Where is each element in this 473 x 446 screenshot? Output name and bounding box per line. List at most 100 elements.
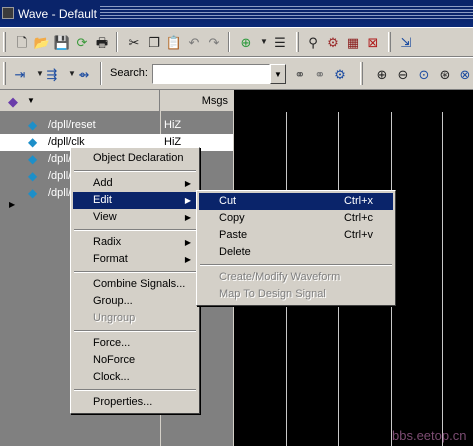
wave-object-icon[interactable]: ◆ <box>8 94 18 110</box>
menu-item-shortcut: Ctrl+c <box>343 212 373 224</box>
menu-item-label: Map To Design Signal <box>219 288 326 300</box>
title-bar[interactable]: Wave - Default <box>0 0 473 27</box>
find-next-icon[interactable]: ⚭ <box>310 64 330 84</box>
find-binoculars-icon[interactable]: ⚭ <box>290 64 310 84</box>
chevron-down-icon[interactable]: ▼ <box>27 96 35 105</box>
search-toolbar: ⇥ ▼ ⇶ ▼ ⇴ Search: ▼ ⚭ ⚭ ⚙ ⊕ ⊖ ⊙ ⊛ ⊗ <box>0 57 473 90</box>
zoom-full-icon[interactable]: ⊛ <box>435 64 455 84</box>
zoom-cursor-icon[interactable]: ⊗ <box>455 64 473 84</box>
menu-item-object-declaration[interactable]: Object Declaration <box>73 150 197 167</box>
signal-icon: ◆ <box>28 186 38 200</box>
menu-item-clock[interactable]: Clock... <box>73 369 197 386</box>
copy-icon[interactable]: ❐ <box>144 32 164 52</box>
search-input[interactable] <box>152 64 270 84</box>
toolbar-grip[interactable] <box>360 62 363 85</box>
menu-item-copy[interactable]: Copy Ctrl+c <box>199 210 393 227</box>
menu-item-label: Paste <box>219 229 248 241</box>
signal-name: /dpll/reset <box>48 119 96 131</box>
menu-item-label: Copy <box>219 212 245 224</box>
menu-item-label: Radix <box>93 236 122 248</box>
toolbar-grip[interactable] <box>388 32 391 52</box>
redo-icon[interactable]: ↷ <box>204 32 224 52</box>
wave-pane-header <box>234 90 473 112</box>
menu-item-map-to-design-signal: Map To Design Signal <box>199 286 393 303</box>
menu-item-label: Delete <box>219 246 251 258</box>
menu-item-noforce[interactable]: NoForce <box>73 352 197 369</box>
menu-item-radix[interactable]: Radix ▶ <box>73 234 197 251</box>
menu-item-shortcut: Ctrl+v <box>343 229 373 241</box>
menu-item-label: Force... <box>93 337 131 349</box>
title-bar-pattern <box>100 6 473 20</box>
signal-name: /dpll/ <box>48 153 72 165</box>
menu-separator <box>74 389 196 391</box>
simulate-icon[interactable]: ▦ <box>343 32 363 52</box>
add-icon[interactable]: ⊕ <box>236 32 256 52</box>
menu-item-label: Format <box>93 253 128 265</box>
main-toolbar: 🗋 📂 💾 ⟳ 🖶 ✂ ❐ 📋 ↶ ↷ ⊕ ▼ ☰ ⚲ ⚙ ▦ ⊠ ⇲ <box>0 27 473 57</box>
menu-separator <box>200 264 392 266</box>
menu-item-delete[interactable]: Delete <box>199 244 393 261</box>
search-dropdown-button[interactable]: ▼ <box>270 64 286 84</box>
menu-item-label: Combine Signals... <box>93 278 186 290</box>
menu-separator <box>74 330 196 332</box>
menu-item-create-modify-waveform: Create/Modify Waveform <box>199 269 393 286</box>
menu-item-add[interactable]: Add ▶ <box>73 175 197 192</box>
wave-gridline <box>442 112 443 446</box>
signal-value: HiZ <box>164 119 182 131</box>
menu-separator <box>74 229 196 231</box>
submenu-arrow-icon: ▶ <box>184 255 191 264</box>
paste-icon[interactable]: 📋 <box>164 32 184 52</box>
menu-item-label: View <box>93 211 117 223</box>
menu-item-format[interactable]: Format ▶ <box>73 251 197 268</box>
step-over-icon[interactable]: ⇴ <box>74 64 94 84</box>
step-icon[interactable]: ⇥ <box>10 64 30 84</box>
menu-item-view[interactable]: View ▶ <box>73 209 197 226</box>
compare-icon[interactable]: ⚙ <box>330 64 350 84</box>
expand-icon[interactable]: ▶ <box>9 200 15 209</box>
step-into-icon[interactable]: ⇶ <box>42 64 62 84</box>
menu-item-group[interactable]: Group... <box>73 293 197 310</box>
menu-item-properties[interactable]: Properties... <box>73 394 197 411</box>
zoom-in-icon[interactable]: ⊕ <box>372 64 392 84</box>
names-pane-header: ◆ ▼ <box>0 90 160 112</box>
tree-icon[interactable]: ☰ <box>270 32 290 52</box>
signal-icon: ◆ <box>28 135 38 149</box>
compile-icon[interactable]: ⚙ <box>323 32 343 52</box>
signal-row[interactable]: ◆ /dpll/reset HiZ <box>0 117 233 134</box>
toolbar-grip[interactable] <box>3 62 6 85</box>
submenu-arrow-icon: ▶ <box>184 238 191 247</box>
cut-icon[interactable]: ✂ <box>124 32 144 52</box>
toolbar-grip[interactable] <box>296 32 299 52</box>
menu-item-shortcut: Ctrl+x <box>343 195 373 207</box>
new-file-icon[interactable]: 🗋 <box>12 32 32 52</box>
open-folder-icon[interactable]: 📂 <box>32 32 52 52</box>
toolbar-separator <box>228 32 230 52</box>
menu-item-combine-signals[interactable]: Combine Signals... <box>73 276 197 293</box>
menu-item-label: Ungroup <box>93 312 136 324</box>
undo-icon[interactable]: ↶ <box>184 32 204 52</box>
submenu-arrow-icon: ▶ <box>184 196 191 205</box>
toolbar-grip[interactable] <box>3 32 6 52</box>
break-icon[interactable]: ⊠ <box>363 32 383 52</box>
menu-item-label: Edit <box>93 194 112 206</box>
toolbar-separator <box>116 32 118 52</box>
zoom-out-icon[interactable]: ⊖ <box>393 64 413 84</box>
signal-name: /dpll/ <box>48 170 72 182</box>
reload-icon[interactable]: ⟳ <box>72 32 92 52</box>
menu-item-ungroup: Ungroup <box>73 310 197 327</box>
find-icon[interactable]: ⚲ <box>303 32 323 52</box>
search-label: Search: <box>110 67 148 79</box>
edit-submenu: Cut Ctrl+x Copy Ctrl+c Paste Ctrl+v Delete Crea… <box>196 190 396 306</box>
watermark: bbs.eetop.cn <box>392 428 467 443</box>
menu-item-edit[interactable]: Edit ▶ <box>73 192 197 209</box>
zoom-fit-icon[interactable]: ⊙ <box>414 64 434 84</box>
save-icon[interactable]: 💾 <box>52 32 72 52</box>
menu-item-label: NoForce <box>93 354 136 366</box>
print-icon[interactable]: 🖶 <box>92 32 112 52</box>
menu-item-cut[interactable]: Cut Ctrl+x <box>199 193 393 210</box>
menu-item-force[interactable]: Force... <box>73 335 197 352</box>
menu-item-paste[interactable]: Paste Ctrl+v <box>199 227 393 244</box>
menu-separator <box>74 170 196 172</box>
msgs-header-label: Msgs <box>201 95 228 107</box>
exit-icon[interactable]: ⇲ <box>396 32 416 52</box>
